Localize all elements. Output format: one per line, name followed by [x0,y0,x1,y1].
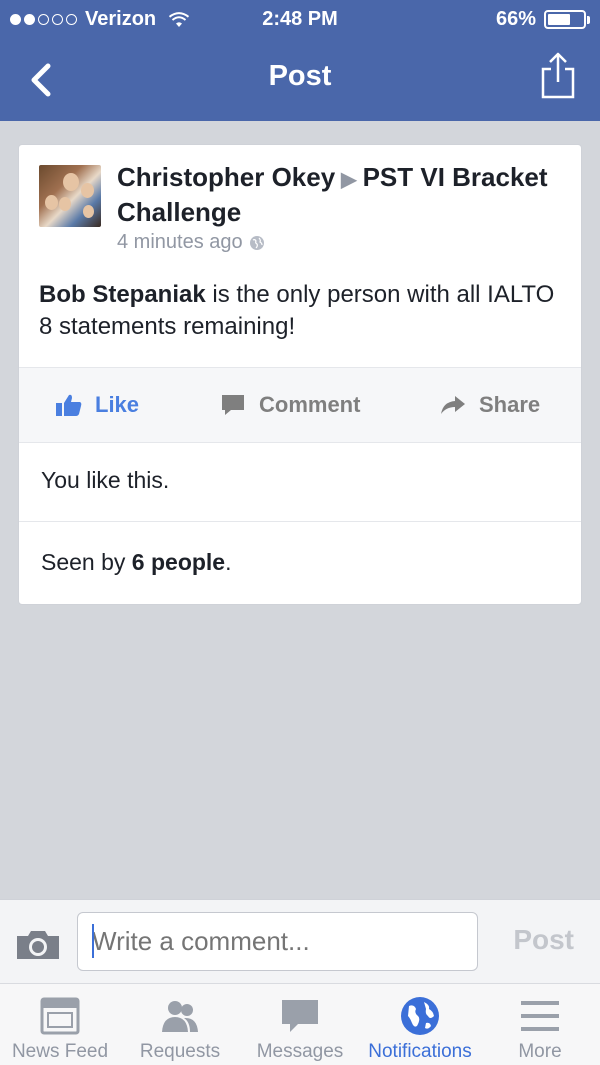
tab-label: Notifications [368,1041,472,1062]
likes-summary[interactable]: You like this. [19,443,581,522]
post-header: Christopher Okey ▶ PST VI Bracket Challeng… [117,161,567,228]
tab-bar: News Feed Requests Messages Notification… [0,983,600,1065]
likes-text: You like this. [41,467,170,493]
seen-prefix: Seen by [41,549,132,575]
post-timestamp[interactable]: 4 minutes ago [117,231,243,254]
friends-icon [162,1001,198,1032]
share-arrow-icon [441,396,465,414]
battery-percent: 66% [495,8,536,30]
thumbs-up-icon [56,394,82,416]
status-right: 66% [495,8,590,31]
tab-requests[interactable]: Requests [120,984,240,1065]
page-title: Post [268,60,332,92]
like-button[interactable]: Like [55,392,139,418]
tab-label: Messages [256,1041,344,1062]
share-button[interactable]: Share [439,392,540,418]
globe-icon [249,235,264,250]
globe-icon [401,997,439,1035]
comment-label: Comment [259,392,361,417]
mentioned-person[interactable]: Bob Stepaniak [39,281,206,308]
tab-label: More [518,1041,562,1062]
status-bar: Verizon 2:48 PM 66% [0,0,600,40]
camera-icon[interactable] [15,930,61,960]
post-meta: 4 minutes ago [117,231,265,254]
tab-label: Requests [139,1041,221,1062]
share-icon[interactable] [540,52,576,100]
text-cursor [92,924,94,958]
avatar[interactable] [39,165,101,227]
messages-icon [282,1000,318,1032]
author-name[interactable]: Christopher Okey [117,162,335,192]
tab-news-feed[interactable]: News Feed [0,984,120,1065]
tab-notifications[interactable]: Notifications [360,984,480,1065]
header: Verizon 2:48 PM 66% Post [0,0,600,121]
post-comment-button[interactable]: Post [513,924,574,956]
menu-icon [521,1001,559,1031]
battery-icon [544,10,590,29]
seen-count: 6 people [131,549,226,575]
tab-messages[interactable]: Messages [240,984,360,1065]
share-label: Share [479,392,541,417]
comment-bar: Post [0,899,600,983]
comment-icon [222,395,244,415]
tab-label: News Feed [11,1041,109,1062]
comment-input[interactable] [77,912,478,971]
seen-suffix: . [225,549,232,575]
seen-by[interactable]: Seen by 6 people. [41,549,232,576]
post-card: Christopher Okey ▶ PST VI Bracket Challeng… [18,144,582,605]
comment-button[interactable]: Comment [219,392,360,418]
post-actions: Like Comment Share [19,367,581,443]
post-body: Bob Stepaniak is the only person with al… [39,279,559,343]
like-label: Like [95,392,140,417]
arrow-right-icon: ▶ [341,169,357,191]
news-feed-icon [40,997,80,1035]
tab-more[interactable]: More [480,984,600,1065]
